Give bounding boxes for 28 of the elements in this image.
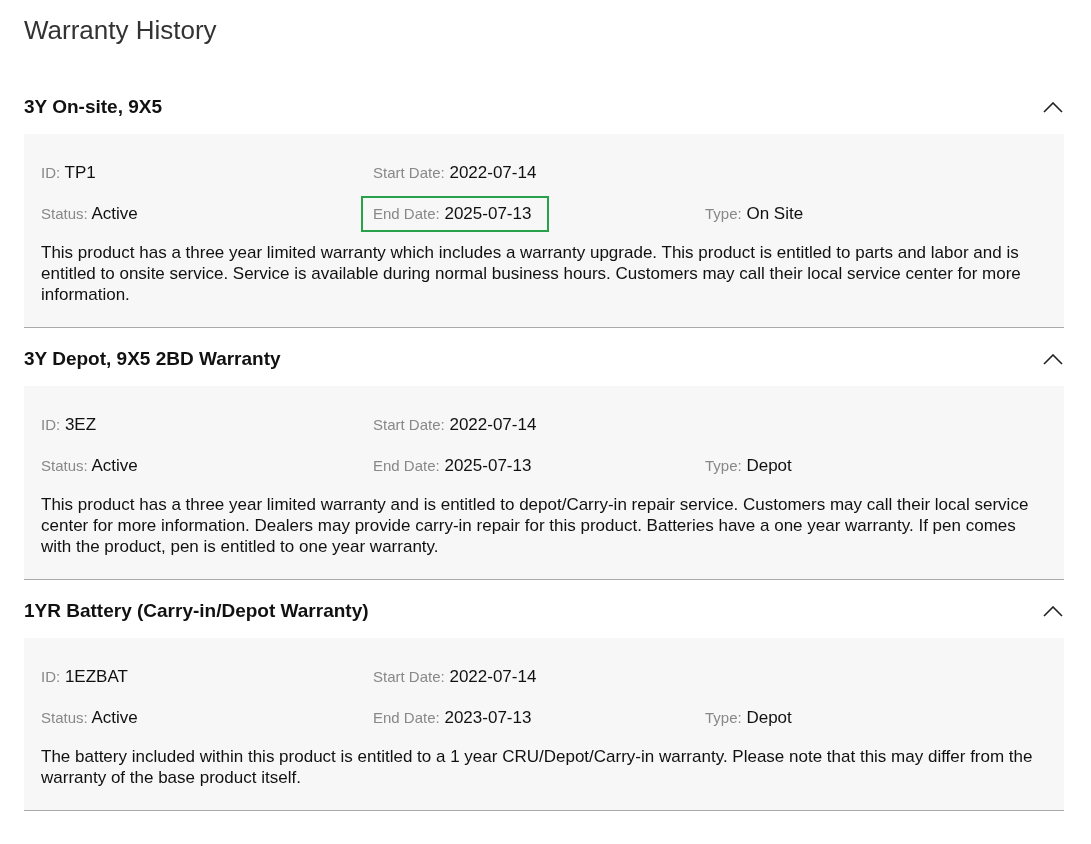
detail-field: Status: Active (31, 197, 154, 230)
warranty-description: This product has a three year limited warranty which includes a warranty upgrade. This product is entitled to parts and labor and is entitled to onsite service. Service is available during normal business hours. Customers may call their local service center for more information. (41, 242, 1022, 305)
chevron-up-icon (1043, 605, 1063, 617)
detail-field: Start Date: 2022-07-14 (363, 660, 553, 693)
detail-field: Status: Active (31, 701, 154, 734)
page-title: Warranty History (24, 14, 218, 46)
detail-field: ID: TP1 (31, 156, 112, 189)
detail-field: ID: 1EZBAT (31, 660, 144, 693)
detail-field: Type: Depot (695, 701, 808, 734)
collapse-toggle[interactable] (1042, 352, 1064, 366)
chevron-up-icon (1043, 353, 1063, 365)
detail-field: End Date: 2025-07-13 (363, 449, 548, 482)
detail-field: Start Date: 2022-07-14 (363, 408, 553, 441)
warranty-description: The battery included within this product is entitled to a 1 year CRU/Depot/Carry-in warranty. Please note that this may differ from the warranty of the base product itself. (41, 746, 1034, 788)
warranty-title: 3Y Depot, 9X5 2BD Warranty (24, 348, 281, 370)
detail-field: Type: On Site (695, 197, 820, 230)
collapse-toggle[interactable] (1042, 100, 1064, 114)
warranty-title: 1YR Battery (Carry-in/Depot Warranty) (24, 600, 369, 622)
warranty-description: This product has a three year limited warranty and is entitled to depot/Carry-in repair service. Customers may call their local service center for more information. Dealers may provide carry-in repair for this product. Batteries have a one year warranty. If pen comes with the product, pen is entitled to one year warranty. (41, 494, 1030, 557)
detail-field: End Date: 2025-07-13 (363, 197, 548, 230)
detail-field: Start Date: 2022-07-14 (363, 156, 553, 189)
warranty-title: 3Y On-site, 9X5 (24, 96, 162, 118)
detail-field: ID: 3EZ (31, 408, 113, 441)
detail-field: Type: Depot (695, 449, 808, 482)
collapse-toggle[interactable] (1042, 604, 1064, 618)
detail-field: Status: Active (31, 449, 154, 482)
detail-field: End Date: 2023-07-13 (363, 701, 548, 734)
chevron-up-icon (1043, 101, 1063, 113)
